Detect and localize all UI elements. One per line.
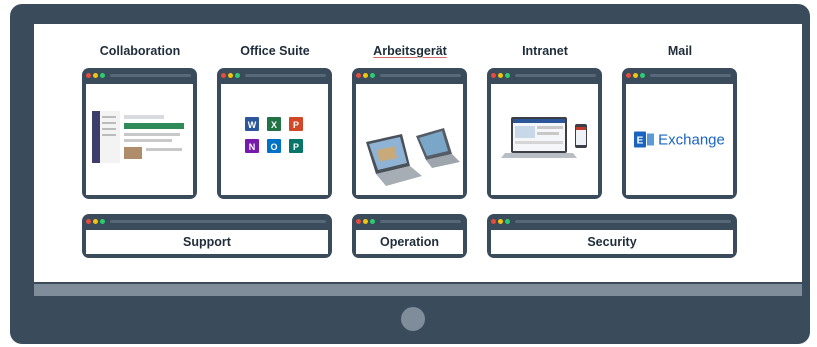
operation-label: Operation <box>379 235 440 249</box>
word-icon: W <box>245 117 259 131</box>
power-button-icon <box>401 307 425 331</box>
svg-text:P: P <box>293 120 299 130</box>
onenote-icon: N <box>245 139 259 153</box>
laptop-devices-image <box>366 128 460 186</box>
svg-text:W: W <box>248 120 257 130</box>
label-office-suite: Office Suite <box>240 44 310 58</box>
collaboration-app-screenshot <box>92 111 188 163</box>
svg-text:P: P <box>293 142 299 152</box>
powerpoint-icon: P <box>289 117 303 131</box>
outlook-icon: O <box>267 139 281 153</box>
svg-text:E: E <box>637 136 644 147</box>
label-arbeitsgeraet: Arbeitsgerät <box>373 44 447 58</box>
support-label: Support <box>183 235 231 249</box>
label-mail: Mail <box>667 44 693 58</box>
svg-text:O: O <box>270 142 277 152</box>
publisher-icon: P <box>289 139 303 153</box>
office-apps-grid: W X P N O P <box>245 117 303 153</box>
window-mail: E Exchange <box>622 68 737 199</box>
window-office-suite: W X P N O P <box>217 68 332 199</box>
monitor-bezel-strip <box>34 284 802 296</box>
exchange-label: Exchange <box>658 131 725 148</box>
window-collaboration <box>82 68 197 199</box>
security-label: Security <box>587 235 637 249</box>
exchange-logo: E Exchange <box>626 131 733 148</box>
intranet-devices-image <box>501 117 587 158</box>
excel-icon: X <box>267 117 281 131</box>
window-security: Security <box>487 214 737 258</box>
label-intranet: Intranet <box>522 44 568 58</box>
svg-text:N: N <box>249 142 256 152</box>
exchange-icon: E <box>634 131 655 148</box>
label-collaboration: Collaboration <box>99 44 181 58</box>
window-support: Support <box>82 214 332 258</box>
window-intranet <box>487 68 602 199</box>
window-arbeitsgeraet <box>352 68 467 199</box>
window-operation: Operation <box>352 214 467 258</box>
svg-text:X: X <box>271 120 277 130</box>
